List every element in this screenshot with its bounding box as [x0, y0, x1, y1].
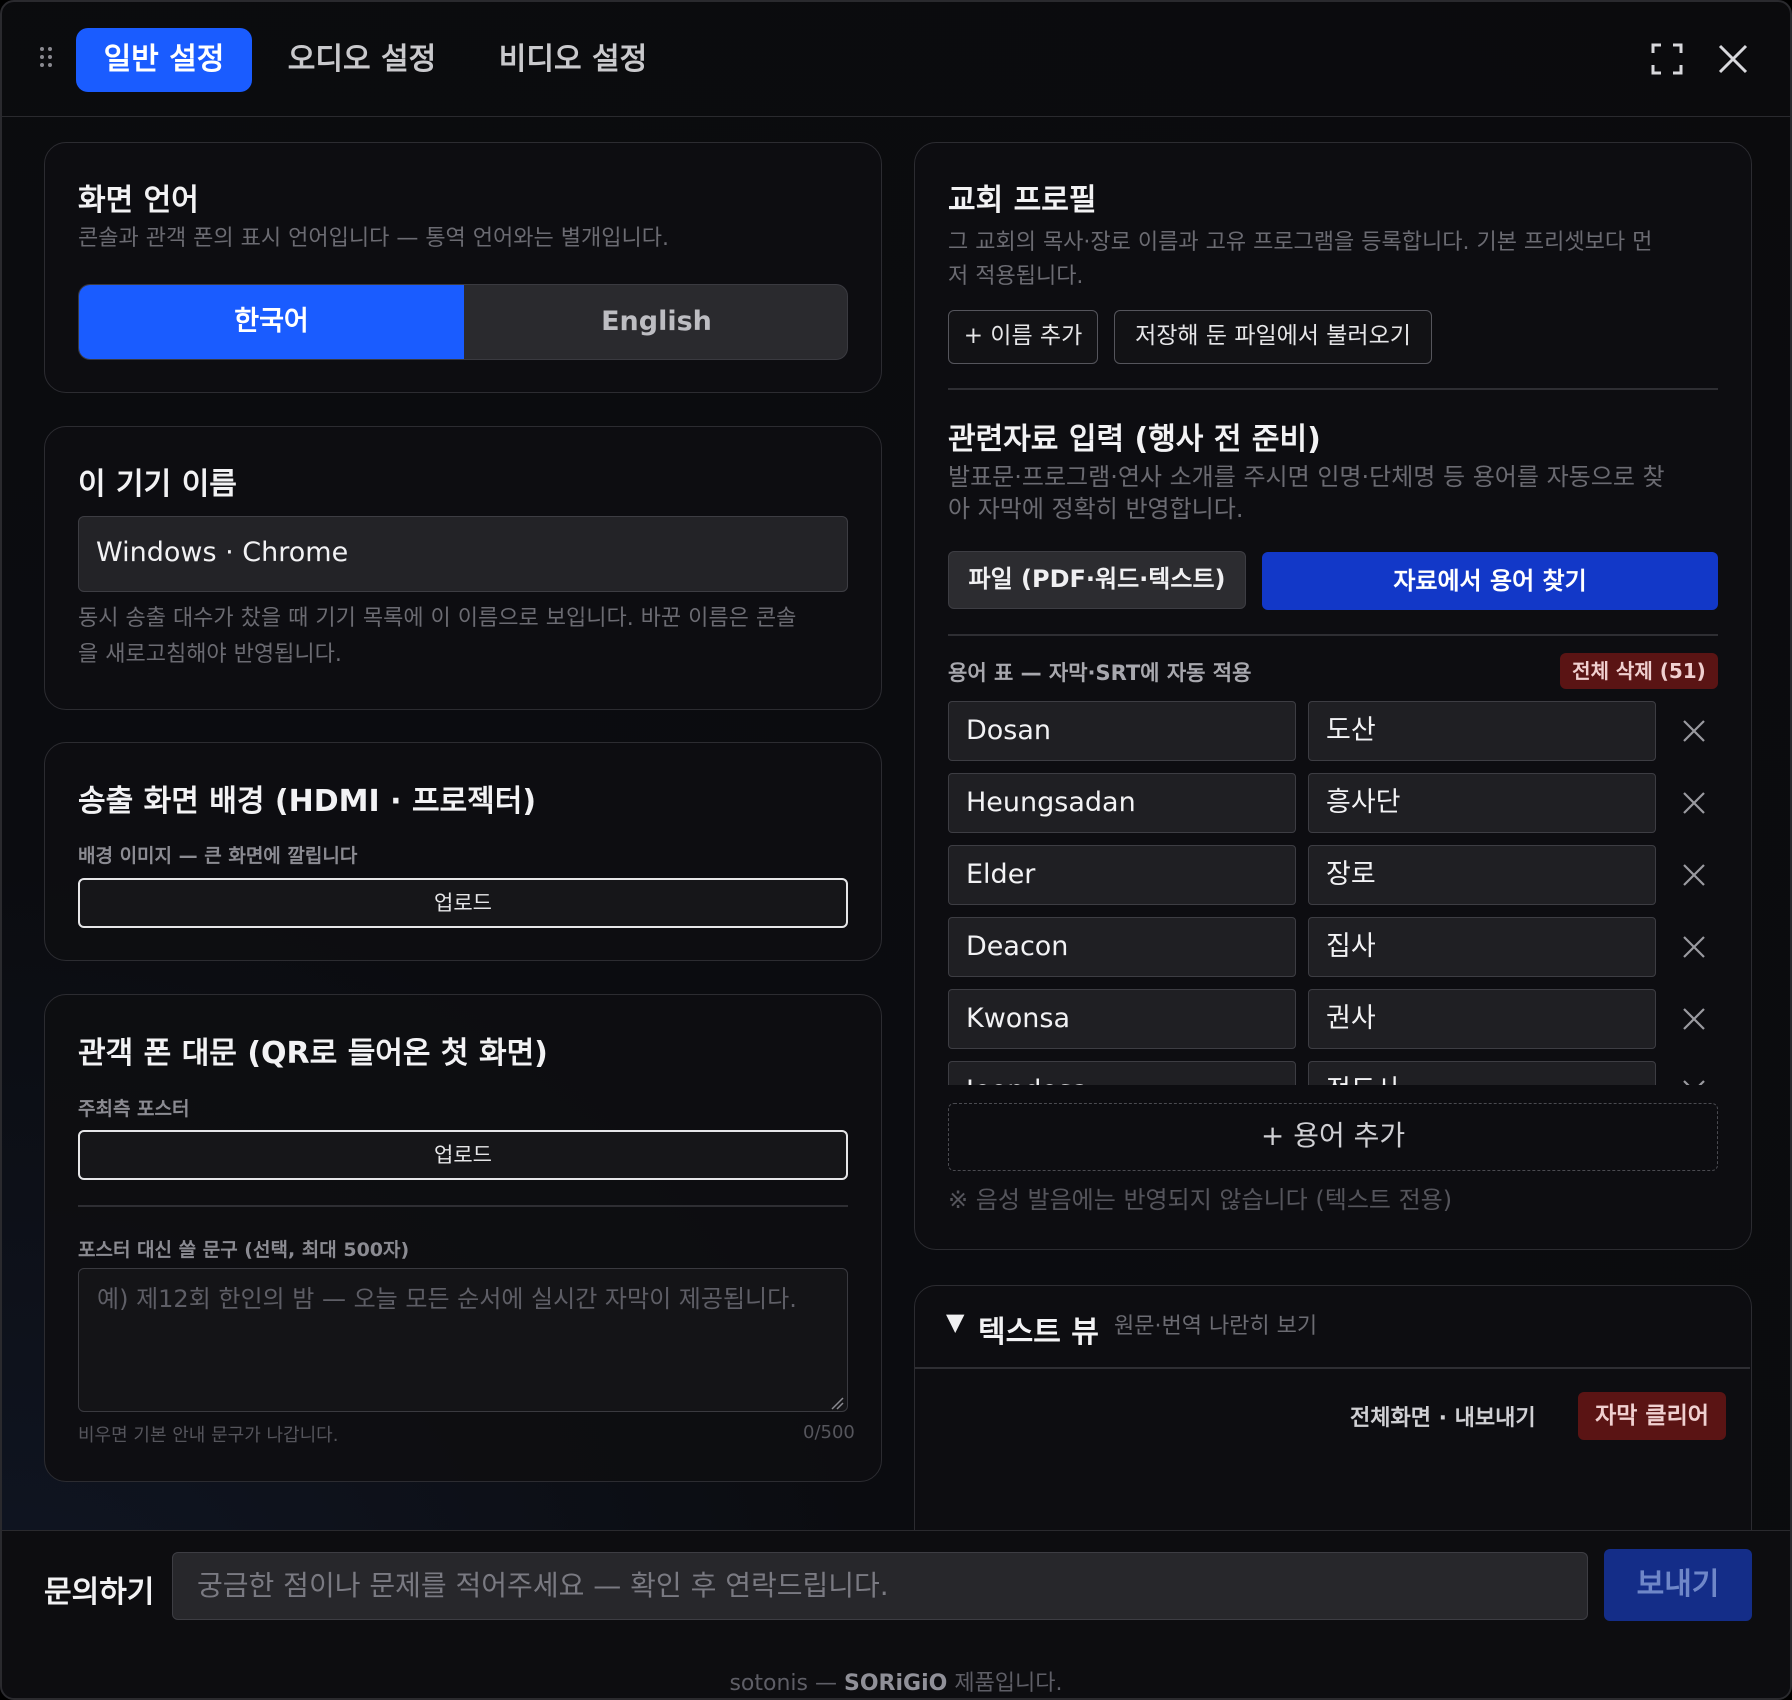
- remove-term-icon[interactable]: [1680, 1077, 1708, 1085]
- device-name-description-2: 을 새로고침해야 반영됩니다.: [78, 642, 342, 667]
- term-source-input[interactable]: Dosan: [948, 701, 1296, 761]
- send-button[interactable]: 보내기: [1604, 1549, 1752, 1621]
- audience-landing-title: 관객 폰 대문 (QR로 들어온 첫 화면): [78, 1036, 548, 1071]
- divider: [915, 1367, 1750, 1369]
- clear-subtitles-button[interactable]: 자막 클리어: [1578, 1392, 1726, 1440]
- fullscreen-icon[interactable]: [1650, 42, 1684, 76]
- remove-term-icon[interactable]: [1680, 789, 1708, 817]
- tab-video-settings[interactable]: 비디오 설정: [482, 28, 664, 92]
- load-from-file-button[interactable]: 저장해 둔 파일에서 불러오기: [1114, 310, 1432, 364]
- term-target-input[interactable]: 집사: [1308, 917, 1656, 977]
- term-target-input[interactable]: 권사: [1308, 989, 1656, 1049]
- glossary-row: Deacon 집사: [948, 917, 1718, 977]
- term-source-input[interactable]: Elder: [948, 845, 1296, 905]
- footer-prefix: sotonis —: [729, 1671, 837, 1696]
- poster-text-input[interactable]: 예) 제12회 한인의 밤 — 오늘 모든 순서에 실시간 자막이 제공됩니다.: [78, 1268, 848, 1412]
- background-upload-button[interactable]: 업로드: [78, 878, 848, 928]
- settings-window: 일반 설정 오디오 설정 비디오 설정 화면 언어 콘솔과 관객 폰의 표시 언…: [0, 0, 1792, 1700]
- poster-text-hint: 비우면 기본 안내 문구가 나갑니다.: [78, 1425, 339, 1446]
- church-profile-description-1: 그 교회의 목사·장로 이름과 고유 프로그램을 등록합니다. 기본 프리셋보다…: [948, 230, 1653, 255]
- materials-description-2: 아 자막에 정확히 반영합니다.: [948, 495, 1244, 523]
- footer-suffix: 제품입니다.: [954, 1671, 1063, 1696]
- contact-bar: 문의하기 궁금한 점이나 문제를 적어주세요 — 확인 후 연락드립니다. 보내…: [2, 1530, 1790, 1698]
- text-view-subtitle: 원문·번역 나란히 보기: [1114, 1314, 1318, 1339]
- text-view-toggle-icon[interactable]: ▼: [946, 1308, 964, 1336]
- term-target-input[interactable]: 흥사단: [1308, 773, 1656, 833]
- poster-text-counter: 0/500: [803, 1422, 855, 1443]
- background-image-label: 배경 이미지 — 큰 화면에 깔립니다: [78, 845, 358, 867]
- glossary-row: Jeondosa 전도사: [948, 1061, 1718, 1085]
- language-toggle: 한국어 English: [78, 284, 848, 360]
- glossary-row: Dosan 도산: [948, 701, 1718, 761]
- materials-description-1: 발표문·프로그램·연사 소개를 주시면 인명·단체명 등 용어를 자동으로 찾: [948, 463, 1665, 491]
- materials-title: 관련자료 입력 (행사 전 준비): [948, 422, 1321, 457]
- add-term-button[interactable]: + 용어 추가: [948, 1103, 1718, 1171]
- term-source-input[interactable]: Heungsadan: [948, 773, 1296, 833]
- close-icon[interactable]: [1716, 42, 1750, 76]
- tab-general-settings[interactable]: 일반 설정: [76, 28, 252, 92]
- divider: [78, 1205, 848, 1207]
- remove-term-icon[interactable]: [1680, 717, 1708, 745]
- term-source-input[interactable]: Deacon: [948, 917, 1296, 977]
- glossary-row: Kwonsa 권사: [948, 989, 1718, 1049]
- remove-term-icon[interactable]: [1680, 861, 1708, 889]
- term-target-input[interactable]: 장로: [1308, 845, 1656, 905]
- resize-handle-icon[interactable]: [830, 1396, 844, 1410]
- display-language-description: 콘솔과 관객 폰의 표시 언어입니다 — 통역 언어와는 별개입니다.: [78, 226, 669, 251]
- term-source-input[interactable]: Kwonsa: [948, 989, 1296, 1049]
- fullscreen-export-button[interactable]: 전체화면 · 내보내기: [1350, 1400, 1536, 1432]
- add-name-button[interactable]: + 이름 추가: [948, 310, 1098, 364]
- footer-credit: sotonis — SORiGiO 제품입니다.: [2, 1665, 1790, 1697]
- text-view-title[interactable]: 텍스트 뷰: [978, 1307, 1099, 1351]
- term-target-input[interactable]: 전도사: [1308, 1061, 1656, 1085]
- glossary-label: 용어 표 — 자막·SRT에 자동 적용: [948, 661, 1252, 685]
- device-name-title: 이 기기 이름: [78, 467, 237, 502]
- header-bar: 일반 설정 오디오 설정 비디오 설정: [2, 2, 1790, 117]
- poster-text-label: 포스터 대신 쓸 문구 (선택, 최대 500자): [78, 1239, 410, 1261]
- glossary-row: Elder 장로: [948, 845, 1718, 905]
- church-profile-description-2: 저 적용됩니다.: [948, 264, 1084, 289]
- language-option-korean[interactable]: 한국어: [79, 285, 464, 359]
- glossary-row: Heungsadan 흥사단: [948, 773, 1718, 833]
- device-name-input[interactable]: Windows · Chrome: [78, 516, 848, 592]
- church-profile-title: 교회 프로필: [948, 183, 1097, 218]
- footer-brand: SORiGiO: [843, 1671, 948, 1696]
- delete-all-terms-button[interactable]: 전체 삭제 (51): [1560, 653, 1718, 689]
- poster-label: 주최측 포스터: [78, 1098, 190, 1120]
- glossary-list: Dosan 도산 Heungsadan 흥사단 Elder 장로 Deacon …: [948, 701, 1718, 1085]
- device-name-description-1: 동시 송출 대수가 찼을 때 기기 목록에 이 이름으로 보입니다. 바꾼 이름…: [78, 606, 797, 631]
- drag-grip-icon[interactable]: [40, 47, 56, 69]
- remove-term-icon[interactable]: [1680, 933, 1708, 961]
- find-terms-button[interactable]: 자료에서 용어 찾기: [1262, 552, 1718, 610]
- glossary-note: ※ 음성 발음에는 반영되지 않습니다 (텍스트 전용): [948, 1186, 1453, 1214]
- contact-input[interactable]: 궁금한 점이나 문제를 적어주세요 — 확인 후 연락드립니다.: [172, 1552, 1588, 1620]
- divider: [948, 388, 1718, 390]
- output-background-title: 송출 화면 배경 (HDMI · 프로젝터): [78, 784, 537, 819]
- display-language-title: 화면 언어: [78, 183, 199, 218]
- tab-audio-settings[interactable]: 오디오 설정: [272, 28, 452, 92]
- divider: [948, 634, 1718, 636]
- contact-label: 문의하기: [44, 1575, 155, 1610]
- remove-term-icon[interactable]: [1680, 1005, 1708, 1033]
- term-target-input[interactable]: 도산: [1308, 701, 1656, 761]
- language-option-english[interactable]: English: [464, 285, 847, 359]
- term-source-input[interactable]: Jeondosa: [948, 1061, 1296, 1085]
- upload-materials-button[interactable]: 파일 (PDF·워드·텍스트): [948, 551, 1246, 609]
- poster-upload-button[interactable]: 업로드: [78, 1130, 848, 1180]
